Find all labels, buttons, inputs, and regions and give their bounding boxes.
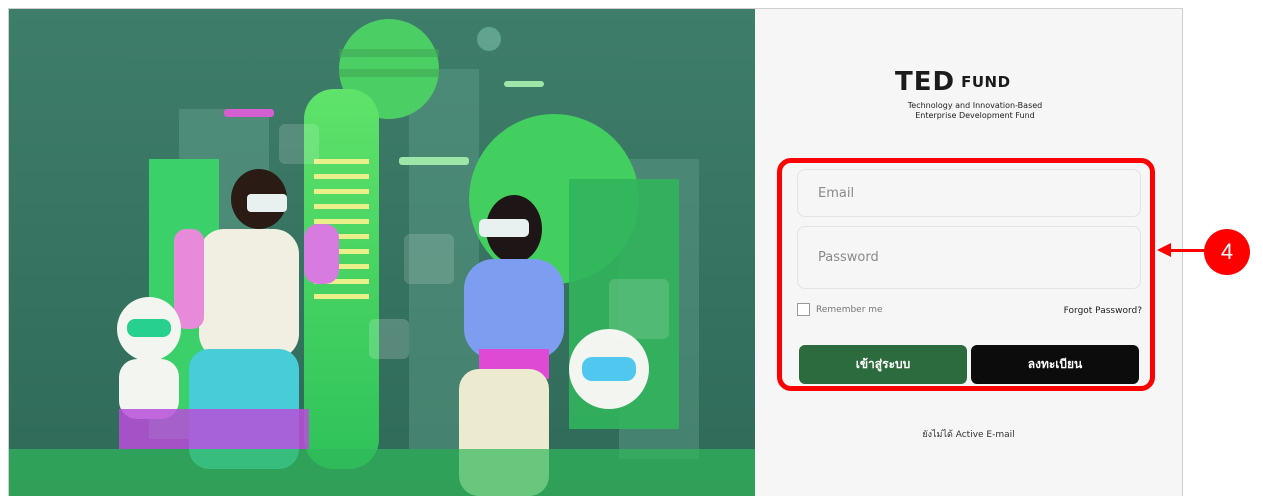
logo-subtitle: Technology and Innovation-Based Enterpri…	[907, 101, 1043, 120]
annotation-step-badge: 4	[1204, 229, 1250, 275]
logo-fund-text: FUND	[961, 73, 1011, 91]
annotation-arrow-line	[1168, 249, 1206, 252]
tedfund-logo: TED FUND Technology and Innovation-Based…	[895, 67, 1045, 121]
logo-mark: TED FUND	[895, 67, 1045, 97]
logo-ted-text: TED	[895, 67, 956, 97]
active-email-link[interactable]: ยังไม่ได้ Active E-mail	[755, 427, 1182, 441]
annotation-highlight-box	[777, 158, 1155, 391]
vr-city-illustration	[9, 9, 755, 496]
hero-illustration	[9, 9, 755, 496]
